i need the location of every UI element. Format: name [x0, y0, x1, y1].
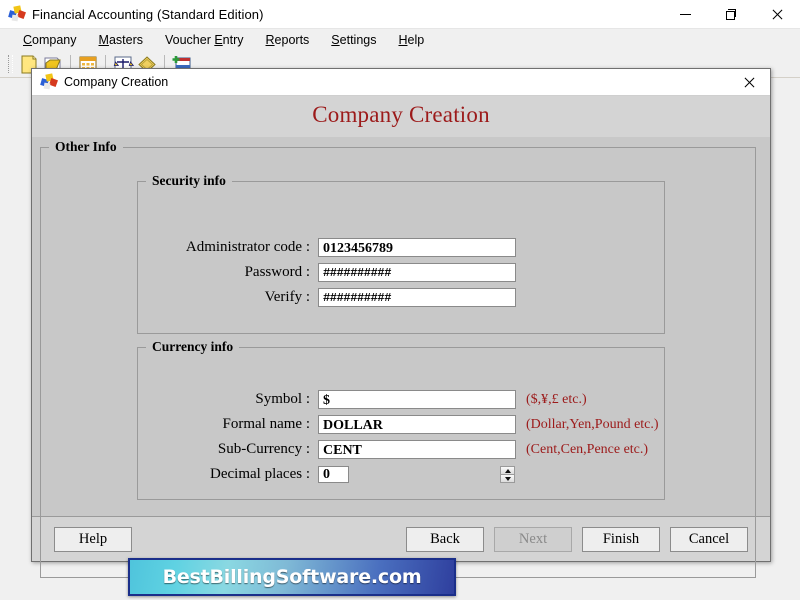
company-creation-dialog: Company Creation Company Creation Other … [31, 68, 771, 562]
decimal-places-spin-buttons [500, 466, 515, 483]
symbol-input[interactable]: $ [318, 390, 516, 409]
spinner-up-button[interactable] [500, 466, 515, 475]
field-row-formal-name: Formal name : DOLLAR (Dollar,Yen,Pound e… [158, 414, 659, 435]
administrator-code-label: Administrator code : [158, 239, 318, 256]
field-row-password: Password : ########## [158, 262, 516, 283]
minimize-icon [680, 14, 691, 15]
sub-currency-label: Sub-Currency : [158, 441, 318, 458]
formal-name-hint: (Dollar,Yen,Pound etc.) [526, 417, 659, 433]
administrator-code-input[interactable]: 0123456789 [318, 238, 516, 257]
group-security-info-label: Security info [146, 173, 232, 189]
menu-item-masters[interactable]: Masters [88, 31, 154, 49]
decimal-places-stepper: 0 [318, 465, 516, 484]
dialog-body: Other Info Security info Administrator c… [32, 137, 770, 516]
menu-item-help[interactable]: Help [387, 31, 435, 49]
decimal-places-label: Decimal places : [158, 466, 318, 483]
watermark-text: BestBillingSoftware.com [163, 566, 422, 588]
window-titlebar: Financial Accounting (Standard Edition) [0, 0, 800, 29]
formal-name-label: Formal name : [158, 416, 318, 433]
restore-icon [726, 9, 736, 19]
verify-input[interactable]: ########## [318, 288, 516, 307]
decimal-places-input[interactable]: 0 [318, 466, 349, 483]
menu-item-voucher-entry[interactable]: Voucher Entry [154, 31, 255, 49]
sub-currency-hint: (Cent,Cen,Pence etc.) [526, 442, 648, 458]
spinner-down-icon [505, 477, 511, 481]
group-other-info: Other Info Security info Administrator c… [40, 147, 756, 578]
symbol-label: Symbol : [158, 391, 318, 408]
group-currency-info: Currency info Symbol : $ ($,¥,£ etc.) Fo… [137, 347, 665, 500]
watermark-banner: BestBillingSoftware.com [128, 558, 456, 596]
dialog-title: Company Creation [64, 75, 168, 89]
spinner-down-button[interactable] [500, 475, 515, 483]
dialog-heading: Company Creation [32, 96, 770, 137]
window-controls [662, 0, 800, 28]
password-label: Password : [158, 264, 318, 281]
field-row-decimal-places: Decimal places : 0 [158, 464, 516, 485]
spinner-up-icon [505, 469, 511, 473]
menu-item-settings[interactable]: Settings [320, 31, 387, 49]
field-row-administrator-code: Administrator code : 0123456789 [158, 237, 516, 258]
field-row-sub-currency: Sub-Currency : CENT (Cent,Cen,Pence etc.… [158, 439, 648, 460]
field-row-symbol: Symbol : $ ($,¥,£ etc.) [158, 389, 587, 410]
field-row-verify: Verify : ########## [158, 287, 516, 308]
maximize-button[interactable] [708, 0, 754, 28]
close-icon [743, 76, 755, 88]
app-puzzle-icon [9, 6, 25, 22]
password-input[interactable]: ########## [318, 263, 516, 282]
group-security-info: Security info Administrator code : 01234… [137, 181, 665, 334]
verify-label: Verify : [158, 289, 318, 306]
menubar: Company Masters Voucher Entry Reports Se… [0, 29, 800, 51]
formal-name-input[interactable]: DOLLAR [318, 415, 516, 434]
close-button[interactable] [754, 0, 800, 28]
dialog-close-button[interactable] [728, 69, 770, 95]
menu-item-reports[interactable]: Reports [255, 31, 321, 49]
dialog-titlebar: Company Creation [32, 69, 770, 96]
minimize-button[interactable] [662, 0, 708, 28]
toolbar-grip[interactable] [8, 55, 13, 73]
group-other-info-label: Other Info [49, 139, 123, 155]
sub-currency-input[interactable]: CENT [318, 440, 516, 459]
app-puzzle-icon [41, 74, 57, 90]
close-icon [771, 8, 783, 20]
menu-item-company[interactable]: Company [12, 31, 88, 49]
symbol-hint: ($,¥,£ etc.) [526, 392, 587, 408]
group-currency-info-label: Currency info [146, 339, 239, 355]
window-title: Financial Accounting (Standard Edition) [32, 7, 264, 22]
